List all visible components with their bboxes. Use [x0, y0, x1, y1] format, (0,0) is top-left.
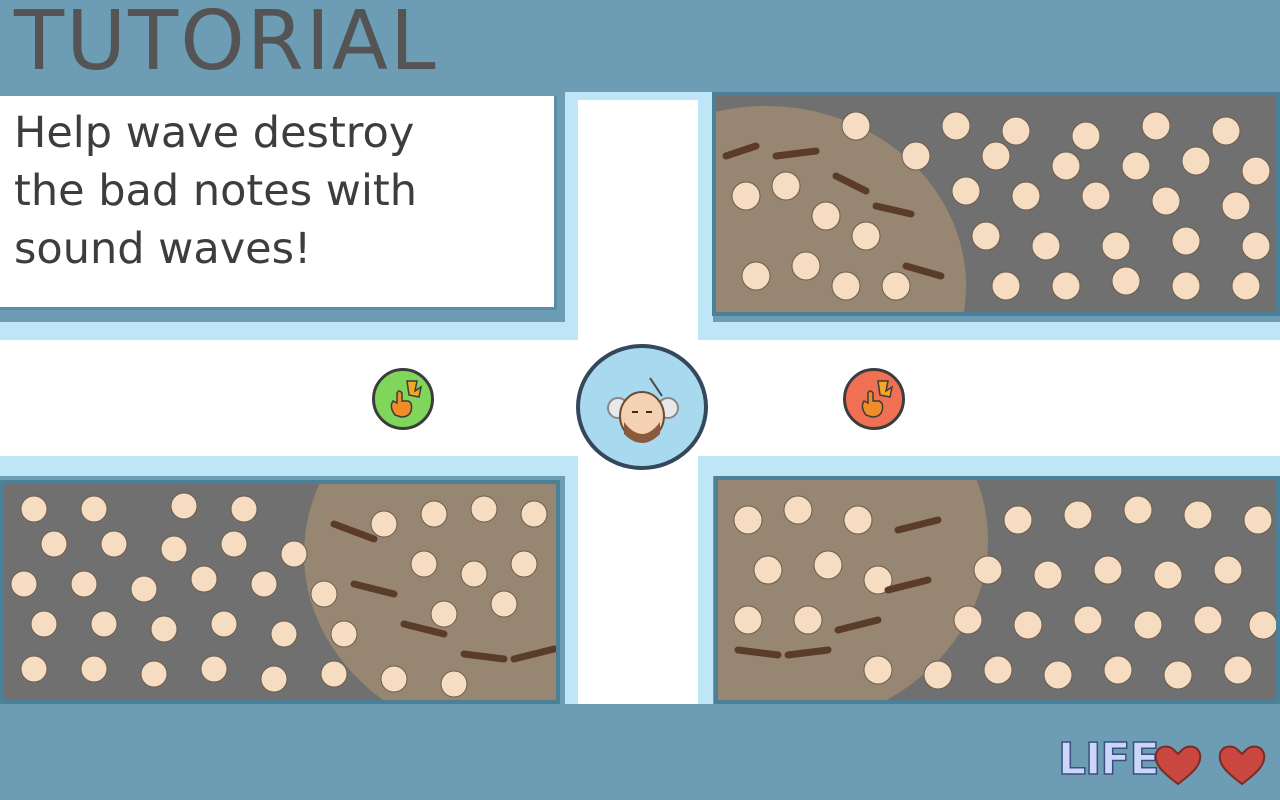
instruction-line-1: Help wave destroy [14, 108, 415, 158]
tutorial-title: TUTORIAL [14, 0, 438, 89]
note-field-art [4, 484, 556, 700]
life-label: LIFE [1057, 733, 1160, 786]
tap-finger-icon [390, 380, 423, 418]
instruction-line-2: the bad notes with [14, 166, 418, 216]
left-tap-button[interactable] [372, 368, 434, 430]
note-field-art [718, 480, 1276, 700]
player-wave [576, 344, 708, 470]
note-field-art [716, 96, 1276, 312]
game-screen: TUTORIAL Help wave destroy the bad notes… [0, 0, 1280, 800]
right-tap-button[interactable] [843, 368, 905, 430]
note-field-bottom-right [714, 476, 1280, 704]
instruction-text: Help wave destroy the bad notes with sou… [14, 104, 534, 278]
instruction-panel: Help wave destroy the bad notes with sou… [0, 96, 557, 310]
heart-icon [1218, 745, 1266, 786]
wave-character-icon [607, 377, 679, 443]
note-field-bottom-left [0, 480, 560, 704]
instruction-line-3: sound waves! [14, 224, 312, 274]
note-field-top-right [712, 92, 1280, 316]
tap-finger-icon [861, 380, 894, 418]
heart-icon [1154, 745, 1202, 786]
